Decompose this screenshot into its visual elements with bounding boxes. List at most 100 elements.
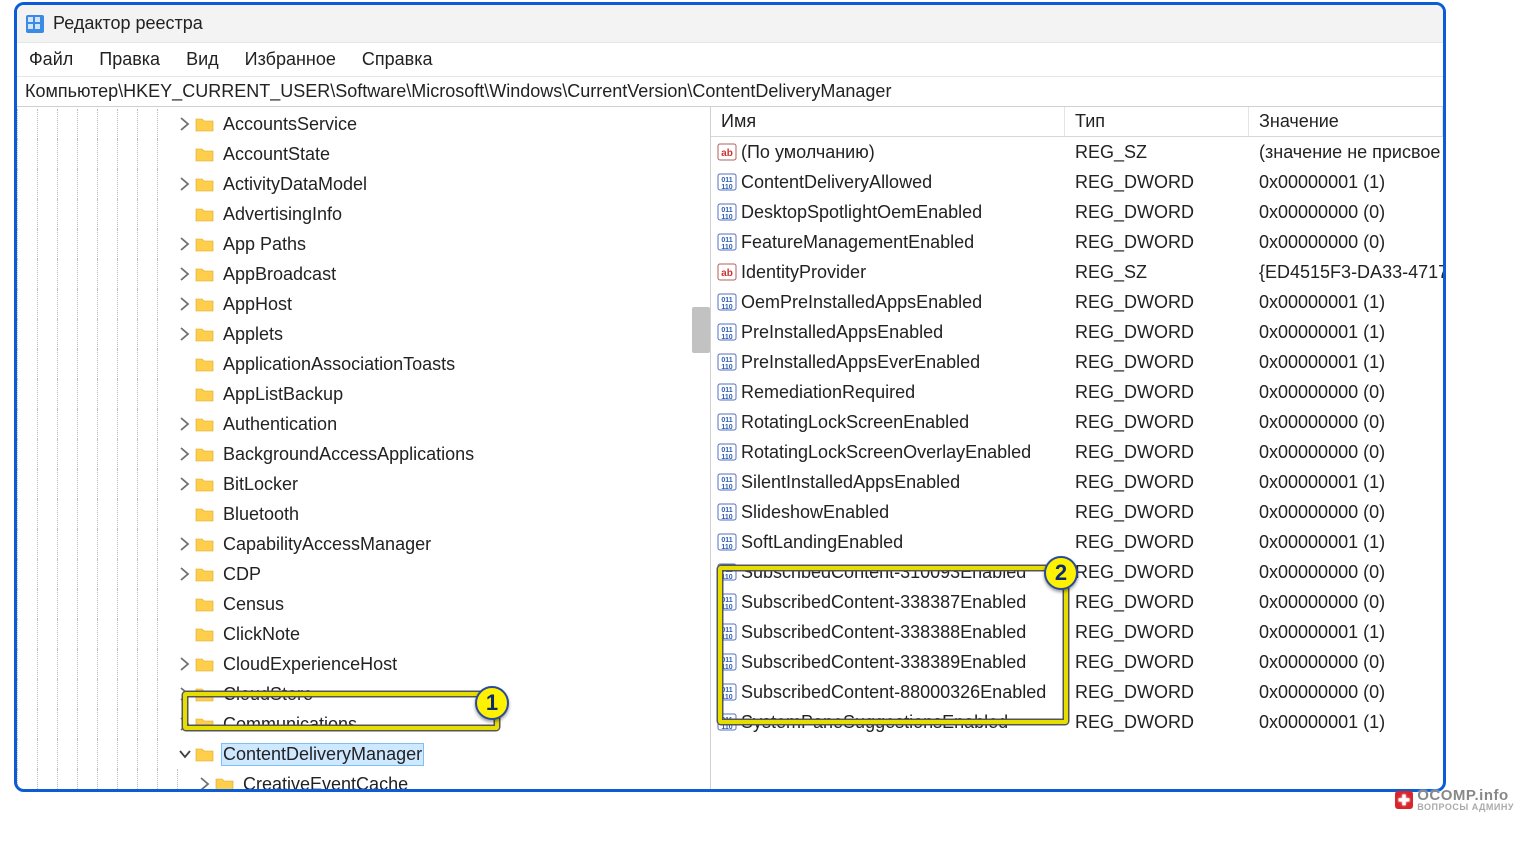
value-row[interactable]: PreInstalledAppsEverEnabledREG_DWORD0x00… — [711, 347, 1443, 377]
menu-help[interactable]: Справка — [358, 45, 437, 74]
value-type: REG_DWORD — [1065, 232, 1249, 253]
tree-pane[interactable]: AccountsServiceAccountState ActivityDataM… — [17, 107, 711, 789]
tree-item[interactable]: Authentication — [17, 409, 710, 439]
tree-item[interactable]: CloudStore — [17, 679, 710, 709]
tree-item[interactable]: AccountState — [17, 139, 710, 169]
watermark: ✚ OCOMP.info ВОПРОСЫ АДМИНУ — [1395, 788, 1514, 812]
value-row[interactable]: RotatingLockScreenEnabledREG_DWORD0x0000… — [711, 407, 1443, 437]
value-name: SystemPaneSuggestionsEnabled — [741, 712, 1008, 733]
folder-icon — [195, 356, 215, 372]
value-data: 0x00000001 (1) — [1249, 622, 1443, 643]
value-row[interactable]: SilentInstalledAppsEnabledREG_DWORD0x000… — [711, 467, 1443, 497]
chevron-right-icon[interactable] — [177, 266, 193, 282]
tree-item[interactable]: AppHost — [17, 289, 710, 319]
value-type: REG_DWORD — [1065, 352, 1249, 373]
menu-view[interactable]: Вид — [182, 45, 223, 74]
tree-item[interactable]: Applets — [17, 319, 710, 349]
value-row[interactable]: SubscribedContent-88000326EnabledREG_DWO… — [711, 677, 1443, 707]
value-row[interactable]: FeatureManagementEnabledREG_DWORD0x00000… — [711, 227, 1443, 257]
tree-item[interactable]: CDP — [17, 559, 710, 589]
value-row[interactable]: PreInstalledAppsEnabledREG_DWORD0x000000… — [711, 317, 1443, 347]
chevron-right-icon[interactable] — [177, 416, 193, 432]
tree-item[interactable]: BitLocker — [17, 469, 710, 499]
chevron-right-icon[interactable] — [177, 686, 193, 702]
tree-item-label: Communications — [221, 713, 359, 736]
tree-item[interactable]: AccountsService — [17, 109, 710, 139]
tree-item[interactable]: AdvertisingInfo — [17, 199, 710, 229]
folder-icon — [195, 416, 215, 432]
value-data: {ED4515F3-DA33-4717 — [1249, 262, 1443, 283]
tree-item[interactable]: ApplicationAssociationToasts — [17, 349, 710, 379]
tree-item[interactable]: BackgroundAccessApplications — [17, 439, 710, 469]
value-row[interactable]: SubscribedContent-338388EnabledREG_DWORD… — [711, 617, 1443, 647]
tree-item[interactable]: Communications — [17, 709, 710, 739]
chevron-right-icon[interactable] — [177, 326, 193, 342]
tree-item-label: AppBroadcast — [221, 263, 338, 286]
tree-item[interactable]: AppListBackup — [17, 379, 710, 409]
tree-item[interactable]: CapabilityAccessManager — [17, 529, 710, 559]
value-row[interactable]: SoftLandingEnabledREG_DWORD0x00000001 (1… — [711, 527, 1443, 557]
tree-item[interactable]: CreativeEventCache — [17, 769, 710, 789]
reg-binary-icon — [717, 292, 737, 312]
value-row[interactable]: IdentityProviderREG_SZ{ED4515F3-DA33-471… — [711, 257, 1443, 287]
menu-file[interactable]: Файл — [25, 45, 77, 74]
chevron-right-icon[interactable] — [197, 776, 213, 789]
value-type: REG_DWORD — [1065, 472, 1249, 493]
value-name: ContentDeliveryAllowed — [741, 172, 932, 193]
tree-item[interactable]: Bluetooth — [17, 499, 710, 529]
value-type: REG_DWORD — [1065, 652, 1249, 673]
value-row[interactable]: SubscribedContent-338387EnabledREG_DWORD… — [711, 587, 1443, 617]
chevron-right-icon[interactable] — [177, 116, 193, 132]
value-row[interactable]: ContentDeliveryAllowedREG_DWORD0x0000000… — [711, 167, 1443, 197]
value-name: SlideshowEnabled — [741, 502, 889, 523]
value-type: REG_DWORD — [1065, 292, 1249, 313]
value-type: REG_DWORD — [1065, 592, 1249, 613]
value-pane[interactable]: Имя Тип Значение (По умолчанию)REG_SZ(зн… — [711, 107, 1443, 789]
menu-edit[interactable]: Правка — [95, 45, 164, 74]
tree-item[interactable]: Census — [17, 589, 710, 619]
chevron-right-icon[interactable] — [177, 536, 193, 552]
tree-item[interactable]: App Paths — [17, 229, 710, 259]
chevron-right-icon[interactable] — [177, 236, 193, 252]
tree-item[interactable]: CloudExperienceHost — [17, 649, 710, 679]
value-row[interactable]: SlideshowEnabledREG_DWORD0x00000000 (0) — [711, 497, 1443, 527]
chevron-right-icon[interactable] — [177, 716, 193, 732]
chevron-right-icon[interactable] — [177, 296, 193, 312]
folder-icon — [195, 206, 215, 222]
column-name[interactable]: Имя — [711, 107, 1065, 136]
chevron-right-icon[interactable] — [177, 476, 193, 492]
column-data[interactable]: Значение — [1249, 107, 1443, 136]
value-row[interactable]: SystemPaneSuggestionsEnabledREG_DWORD0x0… — [711, 707, 1443, 737]
tree-item[interactable]: ContentDeliveryManager — [17, 739, 710, 769]
chevron-right-icon[interactable] — [177, 446, 193, 462]
tree-scrollbar-thumb[interactable] — [692, 307, 710, 353]
chevron-right-icon[interactable] — [177, 656, 193, 672]
column-type[interactable]: Тип — [1065, 107, 1249, 136]
value-row[interactable]: DesktopSpotlightOemEnabledREG_DWORD0x000… — [711, 197, 1443, 227]
reg-binary-icon — [717, 232, 737, 252]
value-data: 0x00000000 (0) — [1249, 652, 1443, 673]
tree-item-label: Census — [221, 593, 286, 616]
regedit-icon — [25, 14, 45, 34]
tree-item-label: CapabilityAccessManager — [221, 533, 433, 556]
address-bar[interactable]: Компьютер\HKEY_CURRENT_USER\Software\Mic… — [17, 77, 1443, 107]
value-name: SubscribedContent-338389Enabled — [741, 652, 1026, 673]
value-row[interactable]: RotatingLockScreenOverlayEnabledREG_DWOR… — [711, 437, 1443, 467]
value-row[interactable]: (По умолчанию)REG_SZ(значение не присвое — [711, 137, 1443, 167]
reg-binary-icon — [717, 202, 737, 222]
chevron-right-icon[interactable] — [177, 176, 193, 192]
reg-binary-icon — [717, 172, 737, 192]
value-row[interactable]: SubscribedContent-338389Enabled REG_DWORD… — [711, 647, 1443, 677]
value-row[interactable]: OemPreInstalledAppsEnabledREG_DWORD0x000… — [711, 287, 1443, 317]
chevron-down-icon[interactable] — [177, 746, 193, 762]
value-row[interactable]: RemediationRequiredREG_DWORD0x00000000 (… — [711, 377, 1443, 407]
tree-item-label: CreativeEventCache — [241, 773, 410, 790]
chevron-right-icon[interactable] — [177, 566, 193, 582]
tree-item[interactable]: AppBroadcast — [17, 259, 710, 289]
tree-item[interactable]: ActivityDataModel — [17, 169, 710, 199]
tree-item-label: ActivityDataModel — [221, 173, 369, 196]
menu-favorites[interactable]: Избранное — [241, 45, 340, 74]
value-data: 0x00000000 (0) — [1249, 442, 1443, 463]
value-data: 0x00000001 (1) — [1249, 172, 1443, 193]
tree-item[interactable]: ClickNote — [17, 619, 710, 649]
